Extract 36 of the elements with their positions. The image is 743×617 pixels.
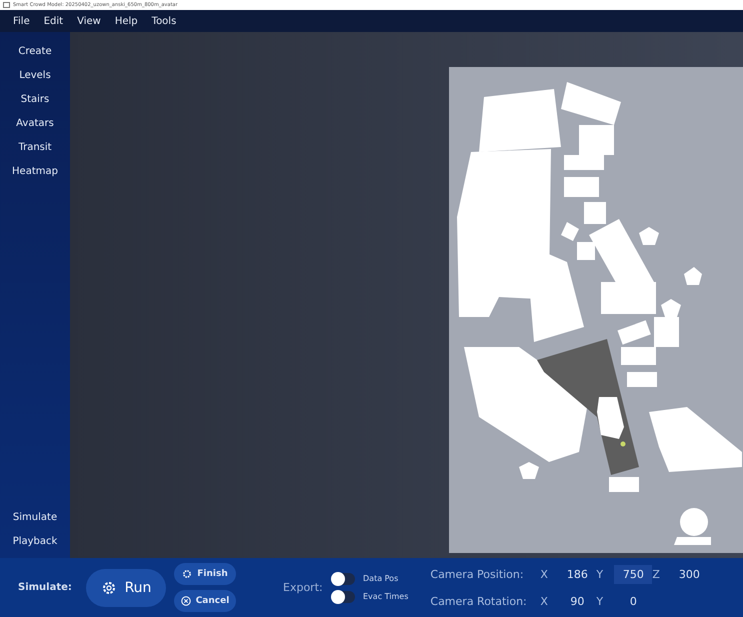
- sidebar-item[interactable]: Transit: [0, 136, 70, 160]
- camera-label: Camera Rotation:: [430, 594, 528, 608]
- axis-label: Y: [596, 568, 604, 580]
- menu-item[interactable]: Help: [108, 16, 145, 26]
- number-field[interactable]: 750: [614, 564, 652, 584]
- menu-item[interactable]: File: [6, 16, 37, 26]
- sidebar-item[interactable]: Heatmap: [0, 160, 70, 184]
- sidebar-item[interactable]: Levels: [0, 64, 70, 88]
- toggle-switch[interactable]: [331, 572, 355, 584]
- menu-item[interactable]: View: [70, 16, 108, 26]
- menu-item[interactable]: Edit: [36, 16, 70, 26]
- menu-item[interactable]: Tools: [144, 16, 184, 26]
- camera-label: Camera Position:: [430, 568, 525, 580]
- number-field[interactable]: 186: [558, 564, 596, 584]
- simulate-label: Simulate:: [18, 582, 73, 593]
- app-icon: [3, 2, 10, 8]
- cancel-button[interactable]: Cancel: [174, 590, 236, 612]
- axis-label: X: [540, 594, 549, 608]
- toggle-label: Data Pos: [363, 574, 398, 583]
- run-button[interactable]: Run: [86, 568, 166, 606]
- finish-button[interactable]: Finish: [174, 563, 236, 585]
- toggle-switch[interactable]: [331, 590, 355, 602]
- toggle-label: Evac Times: [363, 592, 408, 601]
- sidebar-item[interactable]: Create: [0, 40, 70, 64]
- axis-label: X: [540, 568, 549, 580]
- axis-label: Y: [596, 594, 604, 608]
- sidebar-item[interactable]: Avatars: [0, 112, 70, 136]
- number-field[interactable]: 90: [558, 592, 596, 610]
- sidebar-item[interactable]: Simulate: [0, 506, 70, 530]
- number-field[interactable]: 300: [670, 564, 708, 584]
- close-icon: [180, 596, 191, 606]
- axis-label: Z: [652, 568, 661, 580]
- sidebar-item[interactable]: Stairs: [0, 88, 70, 112]
- sidebar-item[interactable]: Playback: [0, 530, 70, 554]
- number-field[interactable]: 0: [614, 592, 652, 610]
- export-label: Export:: [283, 581, 324, 594]
